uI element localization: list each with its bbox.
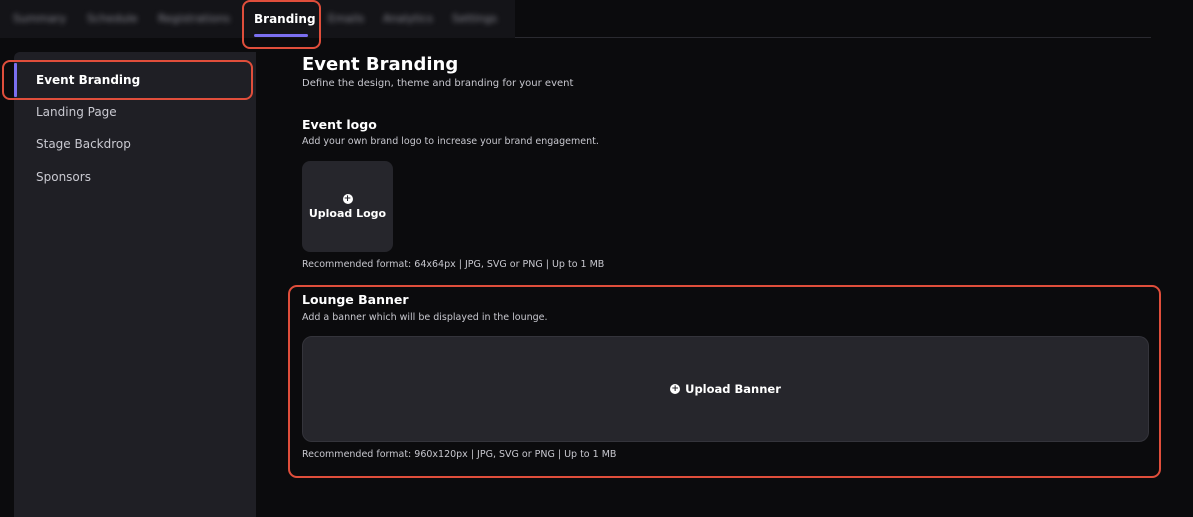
plus-circle-icon: +: [342, 193, 353, 204]
tab-analytics[interactable]: Analytics: [383, 12, 433, 25]
upload-logo-label: Upload Logo: [308, 206, 387, 220]
highlight-branding-tab: [242, 0, 321, 49]
page-title: Event Branding: [302, 54, 459, 75]
sidebar-item-sponsors[interactable]: Sponsors: [36, 170, 91, 184]
tab-settings[interactable]: Settings: [452, 12, 497, 25]
sidebar-item-landing-page[interactable]: Landing Page: [36, 105, 117, 119]
sidebar-item-stage-backdrop[interactable]: Stage Backdrop: [36, 137, 131, 151]
upload-logo-button[interactable]: + Upload Logo: [302, 161, 393, 252]
page-subtitle: Define the design, theme and branding fo…: [302, 78, 574, 89]
highlight-event-branding-item: [2, 60, 253, 100]
branding-page: Summary Schedule Registrations Branding …: [0, 0, 1193, 517]
tab-registrations[interactable]: Registrations: [158, 12, 230, 25]
highlight-lounge-banner-section: [288, 285, 1161, 478]
tab-schedule[interactable]: Schedule: [87, 12, 138, 25]
tab-bar-divider: [515, 37, 1151, 38]
tab-summary[interactable]: Summary: [13, 12, 66, 25]
logo-format-note: Recommended format: 64x64px | JPG, SVG o…: [302, 259, 605, 270]
tab-emails[interactable]: Emails: [328, 12, 364, 25]
event-logo-title: Event logo: [302, 117, 377, 132]
branding-sidebar: Event Branding Landing Page Stage Backdr…: [14, 52, 256, 517]
event-logo-description: Add your own brand logo to increase your…: [302, 136, 599, 147]
